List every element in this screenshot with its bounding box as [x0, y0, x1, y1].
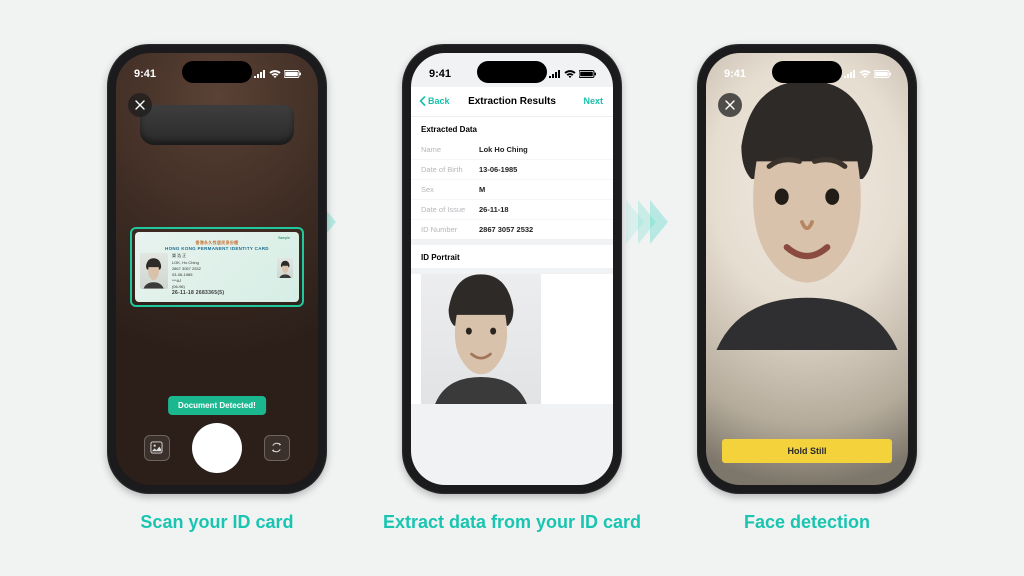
field-row: SexM [411, 179, 613, 199]
nav-bar: Back Extraction Results Next [411, 87, 613, 117]
field-row: Date of Issue26-11-18 [411, 199, 613, 219]
nav-next-label: Next [583, 96, 603, 106]
field-label: Date of Birth [421, 165, 479, 174]
field-value: Lok Ho Ching [479, 145, 528, 154]
dynamic-island [477, 61, 547, 83]
switch-camera-icon [270, 441, 283, 454]
close-button[interactable] [128, 93, 152, 117]
field-row: NameLok Ho Ching [411, 140, 613, 159]
step-face: 9:41 Hold Still Face detection [697, 44, 917, 533]
status-time: 9:41 [724, 68, 746, 80]
section-extracted-data: Extracted Data [411, 117, 613, 140]
phone-frame-scan: 9:41 Sample 香港永久性居民身份證 HONG KONG PE [107, 44, 327, 494]
close-icon [135, 100, 145, 110]
section-id-portrait: ID Portrait [411, 245, 613, 268]
id-header-en: HONG KONG PERMANENT IDENTITY CARD [140, 246, 294, 251]
field-label: Date of Issue [421, 205, 479, 214]
id-card: Sample 香港永久性居民身份證 HONG KONG PERMANENT ID… [135, 232, 299, 302]
status-icons [844, 70, 892, 78]
dynamic-island [182, 61, 252, 83]
nav-next-button[interactable]: Next [583, 87, 603, 116]
caption-extract: Extract data from your ID card [383, 512, 641, 533]
field-value: M [479, 185, 485, 194]
caption-scan: Scan your ID card [140, 512, 293, 533]
gallery-icon [150, 441, 163, 454]
face-camera-view [706, 53, 908, 485]
field-value: 26-11-18 [479, 205, 509, 214]
caption-face: Face detection [744, 512, 870, 533]
field-label: Name [421, 145, 479, 154]
field-row: Date of Birth13-06-1985 [411, 159, 613, 179]
field-value: 2867 3057 2532 [479, 225, 533, 234]
close-icon [725, 100, 735, 110]
phone-frame-extract: 9:41 Back Extraction Results Next [402, 44, 622, 494]
id-portrait-image [421, 274, 541, 404]
field-value: 13-06-1985 [479, 165, 517, 174]
id-name-en: LOK, Ho Ching [172, 260, 294, 265]
field-row: ID Number2867 3057 2532 [411, 219, 613, 239]
id-stars: ***AJ [172, 278, 294, 283]
field-label: Sex [421, 185, 479, 194]
hold-still-banner: Hold Still [722, 439, 892, 463]
gallery-button[interactable] [144, 435, 170, 461]
status-time: 9:41 [429, 68, 451, 80]
id-name-zh: 樂 浩 正 [172, 253, 294, 259]
document-detected-banner: Document Detected! [168, 396, 266, 415]
status-icons [254, 70, 302, 78]
switch-camera-button[interactable] [264, 435, 290, 461]
shutter-button[interactable] [192, 423, 242, 473]
dynamic-island [772, 61, 842, 83]
id-detection-frame: Sample 香港永久性居民身份證 HONG KONG PERMANENT ID… [130, 227, 304, 307]
camera-controls [116, 423, 318, 473]
field-label: ID Number [421, 225, 479, 234]
step-scan: 9:41 Sample 香港永久性居民身份證 HONG KONG PE [107, 44, 327, 533]
status-icons [549, 70, 597, 78]
nav-back-button[interactable]: Back [419, 87, 450, 116]
close-button[interactable] [718, 93, 742, 117]
card-tray-graphic [140, 105, 294, 145]
phone-frame-face: 9:41 Hold Still [697, 44, 917, 494]
id-bottom: 26-11-18 2683365(5) [172, 290, 294, 296]
id-dob: 03-06-1985 [172, 272, 294, 277]
id-small-photo [277, 258, 293, 278]
step-extract: 9:41 Back Extraction Results Next [383, 44, 641, 533]
chevron-left-icon [419, 96, 426, 106]
status-time: 9:41 [134, 68, 156, 80]
id-photo [140, 253, 168, 289]
id-number: 2867 3057 2532 [172, 266, 294, 271]
nav-back-label: Back [428, 96, 450, 106]
id-issue: (06-96) [172, 284, 294, 289]
nav-title: Extraction Results [468, 96, 556, 107]
